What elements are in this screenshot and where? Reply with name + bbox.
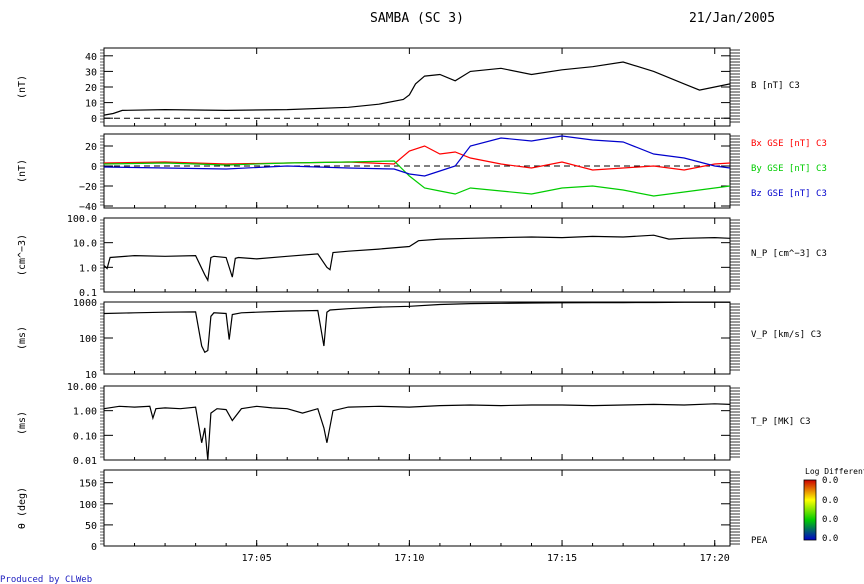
panel-np-frame: [103, 217, 731, 293]
panel-b-ytick-label: 0: [91, 114, 97, 125]
panel-b-legend-label: B [nT] C3: [751, 81, 800, 91]
panel-bxyz: −40 −20 0 20 (nT) Bx GSE [nT] C3 By GSE [nT] C…: [17, 133, 827, 213]
panel-tp-ytick-label: 1.00: [73, 407, 97, 418]
panel-pea-ytick-label: 0: [91, 542, 97, 553]
panel-bxyz-legend-label: By GSE [nT] C3: [751, 164, 827, 174]
plot-canvas: SAMBA (SC 3) 21/Jan/2005 Produced by CLW…: [0, 11, 864, 584]
panel-tp-legend-label: T_P [MK] C3: [751, 417, 811, 427]
panel-b-ytick-label: 10: [85, 99, 97, 110]
panel-bxyz-ytick-label: 20: [85, 142, 97, 153]
panel-pea: 0 50 100 150 θ (deg) PEA 17:05 17:10 17:15 17:20: [17, 469, 768, 564]
panel-vp-legend-label: V_P [km/s] C3: [751, 330, 821, 340]
colorbar-tick-label: 0.0: [822, 534, 838, 544]
xtick-label: 17:15: [547, 553, 577, 564]
panel-bxyz-legend-label: Bx GSE [nT] C3: [751, 139, 827, 149]
panel-bxyz-ytick-label: 0: [91, 162, 97, 173]
colorbar-rect: [803, 479, 817, 541]
panel-np-series-line: [103, 234, 731, 283]
panel-pea-ytick-label: 150: [79, 479, 97, 490]
panel-np-ytick-label: 100.0: [67, 214, 97, 225]
panel-pea-ytick-label: 50: [85, 521, 97, 532]
panel-b-ytick-label: 30: [85, 67, 97, 78]
credit-label: Produced by CLWeb: [0, 575, 92, 584]
panel-np-ytick-label: 1.0: [79, 263, 97, 274]
panel-np: 0.11.010.0100.0(cm^−3) N_P [cm^−3] C3: [17, 214, 827, 299]
panel-vp-ylabel: (ms): [17, 326, 28, 350]
panel-vp-ytick-label: 10: [85, 370, 97, 381]
panel-tp-ylabel: (ms): [17, 411, 28, 435]
panel-bxyz-frame: [103, 133, 731, 209]
panel-b: 0 10 20 30 40 (nT) B [nT] C3: [17, 47, 800, 127]
panel-b-ytick-label: 20: [85, 83, 97, 94]
panel-np-legend-label: N_P [cm^−3] C3: [751, 249, 827, 259]
xtick-label: 17:20: [700, 553, 730, 564]
panel-np-ylabel: (cm^−3): [17, 234, 28, 276]
panel-pea-ytick-label: 100: [79, 500, 97, 511]
panel-b-ytick-label: 40: [85, 52, 97, 63]
colorbar: Log Differential0.00.00.00.0: [803, 467, 864, 544]
colorbar-title: Log Differential: [805, 467, 864, 476]
panels: 0 10 20 30 40 (nT) B [nT] C3 −40 −20 0 20 (nT) Bx GS…: [17, 47, 827, 564]
panel-tp-series-line: [103, 403, 731, 461]
panel-tp-minor-ticks: [100, 387, 740, 458]
panel-pea-minor-ticks: [100, 471, 740, 545]
panel-tp: 0.01 0.10 1.00 10.00 (ms) T_P [MK] C3: [17, 382, 811, 467]
panel-b-frame: [103, 47, 731, 127]
panel-vp: 10 100 1000 (ms) V_P [km/s] C3: [17, 298, 821, 381]
panel-tp-ytick-label: 10.00: [67, 382, 97, 393]
colorbar-tick-label: 0.0: [822, 476, 838, 486]
colorbar-tick-label: 0.0: [822, 515, 838, 525]
panel-bxyz-legend-label: Bz GSE [nT] C3: [751, 189, 827, 199]
panel-b-series-line: [103, 61, 731, 116]
panel-np-ytick-label: 10.0: [73, 239, 97, 250]
panel-bxyz-ytick-label: −40: [79, 202, 97, 213]
panel-pea-ylabel: θ (deg): [17, 487, 28, 529]
panel-tp-ytick-label: 0.01: [73, 456, 97, 467]
xtick-label: 17:10: [394, 553, 424, 564]
panel-tp-ytick-label: 0.10: [73, 431, 97, 442]
colorbar-tick-label: 0.0: [822, 496, 838, 506]
xtick-label: 17:05: [242, 553, 272, 564]
plot-date: 21/Jan/2005: [689, 11, 775, 26]
panel-bxyz-series-line: [103, 135, 731, 177]
panel-pea-frame: [103, 469, 731, 547]
panel-np-minor-ticks: [100, 219, 740, 290]
panel-vp-ytick-label: 1000: [73, 298, 97, 309]
panel-b-ylabel: (nT): [17, 75, 28, 99]
panel-bxyz-ylabel: (nT): [17, 159, 28, 183]
plot-title: SAMBA (SC 3): [370, 11, 464, 26]
panel-bxyz-ytick-label: −20: [79, 182, 97, 193]
panel-pea-legend-label: PEA: [751, 536, 768, 546]
panel-vp-frame: [103, 301, 731, 375]
panel-b-minor-ticks: [100, 49, 740, 123]
panel-vp-ytick-label: 100: [79, 334, 97, 345]
panel-vp-series-line: [103, 301, 730, 354]
